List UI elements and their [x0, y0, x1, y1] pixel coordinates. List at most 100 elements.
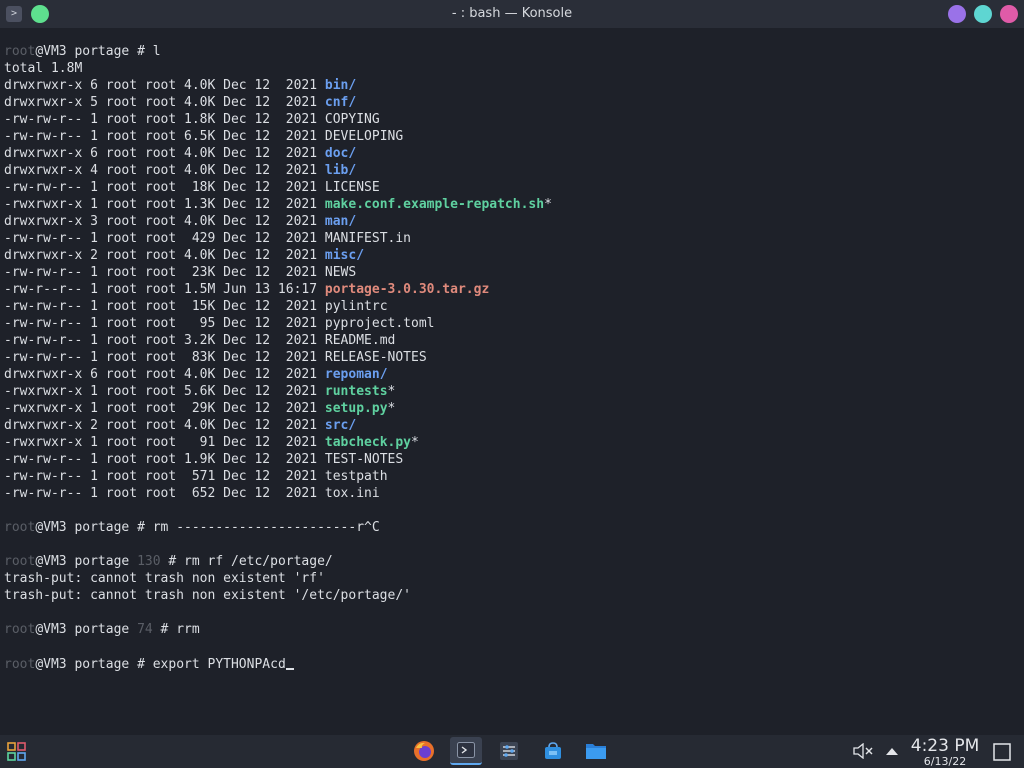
prompt-host: @VM3 portage: [35, 44, 138, 59]
file-name: DEVELOPING: [324, 129, 404, 144]
terminal-cursor: [285, 655, 294, 670]
file-meta: -rwxrwxr-x 1 root root 1.3K Dec 12 2021: [4, 197, 325, 212]
file-meta: -rw-rw-r-- 1 root root 15K Dec 12 2021: [4, 299, 325, 314]
clock[interactable]: 4:23 PM 6/13/22: [905, 736, 985, 768]
file-name: COPYING: [324, 112, 380, 127]
file-listing-row: -rwxrwxr-x 1 root root 1.3K Dec 12 2021 …: [4, 196, 552, 213]
file-meta: drwxrwxr-x 6 root root 4.0K Dec 12 2021: [4, 78, 325, 93]
terminal-prompt-line: root@VM3 portage # export PYTHONPAcd: [4, 655, 552, 672]
terminal-output-line: trash-put: cannot trash non existent 'rf…: [4, 571, 325, 586]
file-name: repoman/: [324, 367, 388, 382]
window-titlebar[interactable]: > - : bash — Konsole: [0, 0, 1024, 28]
window-title: - : bash — Konsole: [451, 6, 573, 21]
taskbar: 4:23 PM 6/13/22: [0, 735, 1024, 768]
minimize-button[interactable]: [948, 5, 966, 23]
file-listing-row: -rw-r--r-- 1 root root 1.5M Jun 13 16:17…: [4, 281, 552, 298]
prompt-user: root: [4, 44, 36, 59]
file-meta: -rw-rw-r-- 1 root root 83K Dec 12 2021: [4, 350, 325, 365]
terminal-prompt-line: root@VM3 portage # rm ------------------…: [4, 519, 552, 536]
file-name: TEST-NOTES: [324, 452, 404, 467]
file-listing-row: -rw-rw-r-- 1 root root 3.2K Dec 12 2021 …: [4, 332, 552, 349]
file-listing-row: drwxrwxr-x 4 root root 4.0K Dec 12 2021 …: [4, 162, 552, 179]
file-name: NEWS: [324, 265, 357, 280]
file-meta: drwxrwxr-x 2 root root 4.0K Dec 12 2021: [4, 248, 325, 263]
file-listing-row: -rw-rw-r-- 1 root root 1.8K Dec 12 2021 …: [4, 111, 552, 128]
file-name: tabcheck.py: [324, 435, 411, 450]
file-name: setup.py: [324, 401, 388, 416]
file-listing-row: -rw-rw-r-- 1 root root 15K Dec 12 2021 p…: [4, 298, 552, 315]
file-name: LICENSE: [324, 180, 380, 195]
file-meta: -rwxrwxr-x 1 root root 91 Dec 12 2021: [4, 435, 325, 450]
prompt-host: @VM3 portage: [35, 520, 138, 535]
file-name: MANIFEST.in: [324, 231, 411, 246]
file-meta: drwxrwxr-x 6 root root 4.0K Dec 12 2021: [4, 367, 325, 382]
file-name: pylintrc: [324, 299, 388, 314]
file-listing-row: drwxrwxr-x 6 root root 4.0K Dec 12 2021 …: [4, 366, 552, 383]
file-meta: -rw-rw-r-- 1 root root 652 Dec 12 2021: [4, 486, 325, 501]
file-listing-row: -rw-rw-r-- 1 root root 1.9K Dec 12 2021 …: [4, 451, 552, 468]
file-meta: -rw-rw-r-- 1 root root 95 Dec 12 2021: [4, 316, 325, 331]
file-name: lib/: [324, 163, 357, 178]
file-meta: -rwxrwxr-x 1 root root 29K Dec 12 2021: [4, 401, 325, 416]
prompt-command: # export PYTHONPAcd: [137, 657, 286, 672]
file-listing-row: -rwxrwxr-x 1 root root 29K Dec 12 2021 s…: [4, 400, 552, 417]
file-exec-marker: *: [411, 435, 419, 450]
file-name: README.md: [324, 333, 396, 348]
file-listing-row: drwxrwxr-x 6 root root 4.0K Dec 12 2021 …: [4, 145, 552, 162]
clock-date: 6/13/22: [923, 755, 967, 768]
discover-store-icon[interactable]: [540, 738, 566, 764]
file-meta: -rw-rw-r-- 1 root root 6.5K Dec 12 2021: [4, 129, 325, 144]
volume-muted-icon[interactable]: [851, 741, 875, 761]
file-meta: -rw-rw-r-- 1 root root 429 Dec 12 2021: [4, 231, 325, 246]
dolphin-files-icon[interactable]: [583, 738, 609, 764]
terminal-prompt-line: root@VM3 portage 130 # rm rf /etc/portag…: [4, 553, 552, 570]
show-desktop-icon[interactable]: [991, 741, 1013, 763]
file-name: runtests: [324, 384, 388, 399]
prompt-host: @VM3 portage: [35, 657, 138, 672]
file-listing-row: -rw-rw-r-- 1 root root 83K Dec 12 2021 R…: [4, 349, 552, 366]
prompt-command: # rm -----------------------r^C: [137, 520, 380, 535]
tray-expand-icon[interactable]: [883, 742, 901, 760]
file-name: make.conf.example-repatch.sh: [324, 197, 545, 212]
firefox-icon[interactable]: [411, 738, 437, 764]
terminal-output-line: trash-put: cannot trash non existent '/e…: [4, 588, 411, 603]
file-listing-row: drwxrwxr-x 6 root root 4.0K Dec 12 2021 …: [4, 77, 552, 94]
prompt-exit-code: 130: [137, 554, 169, 569]
file-exec-marker: *: [387, 384, 396, 399]
prompt-user: root: [4, 622, 36, 637]
app-launcher-icon[interactable]: [6, 741, 28, 763]
prompt-user: root: [4, 657, 36, 672]
file-listing-row: -rw-rw-r-- 1 root root 429 Dec 12 2021 M…: [4, 230, 552, 247]
maximize-button[interactable]: [974, 5, 992, 23]
file-meta: drwxrwxr-x 5 root root 4.0K Dec 12 2021: [4, 95, 325, 110]
file-meta: -rw-rw-r-- 1 root root 1.8K Dec 12 2021: [4, 112, 325, 127]
file-name: pyproject.toml: [324, 316, 435, 331]
terminal-view[interactable]: root@VM3 portage # l total 1.8M drwxrwxr-x…: [0, 28, 1024, 735]
terminal-prompt-line: root@VM3 portage 74 # rrm: [4, 621, 552, 638]
file-name: misc/: [324, 248, 365, 263]
file-name: bin/: [324, 78, 357, 93]
terminal-output-line: total 1.8M: [4, 61, 83, 76]
prompt-host: @VM3 portage: [35, 622, 138, 637]
system-settings-icon[interactable]: [496, 738, 522, 764]
file-listing-row: drwxrwxr-x 2 root root 4.0K Dec 12 2021 …: [4, 417, 552, 434]
file-listing-row: -rw-rw-r-- 1 root root 571 Dec 12 2021 t…: [4, 468, 552, 485]
file-name: man/: [324, 214, 357, 229]
file-meta: -rwxrwxr-x 1 root root 5.6K Dec 12 2021: [4, 384, 325, 399]
file-name: tox.ini: [324, 486, 380, 501]
file-listing-row: -rwxrwxr-x 1 root root 91 Dec 12 2021 ta…: [4, 434, 552, 451]
prompt-exit-code: 74: [137, 622, 161, 637]
file-meta: drwxrwxr-x 2 root root 4.0K Dec 12 2021: [4, 418, 325, 433]
file-meta: -rw-rw-r-- 1 root root 18K Dec 12 2021: [4, 180, 325, 195]
file-name: doc/: [324, 146, 357, 161]
close-button[interactable]: [1000, 5, 1018, 23]
file-listing-row: drwxrwxr-x 2 root root 4.0K Dec 12 2021 …: [4, 247, 552, 264]
konsole-icon[interactable]: [450, 737, 482, 765]
file-meta: -rw-rw-r-- 1 root root 23K Dec 12 2021: [4, 265, 325, 280]
file-name: cnf/: [324, 95, 357, 110]
file-exec-marker: *: [387, 401, 396, 416]
file-name: portage-3.0.30.tar.gz: [324, 282, 490, 297]
